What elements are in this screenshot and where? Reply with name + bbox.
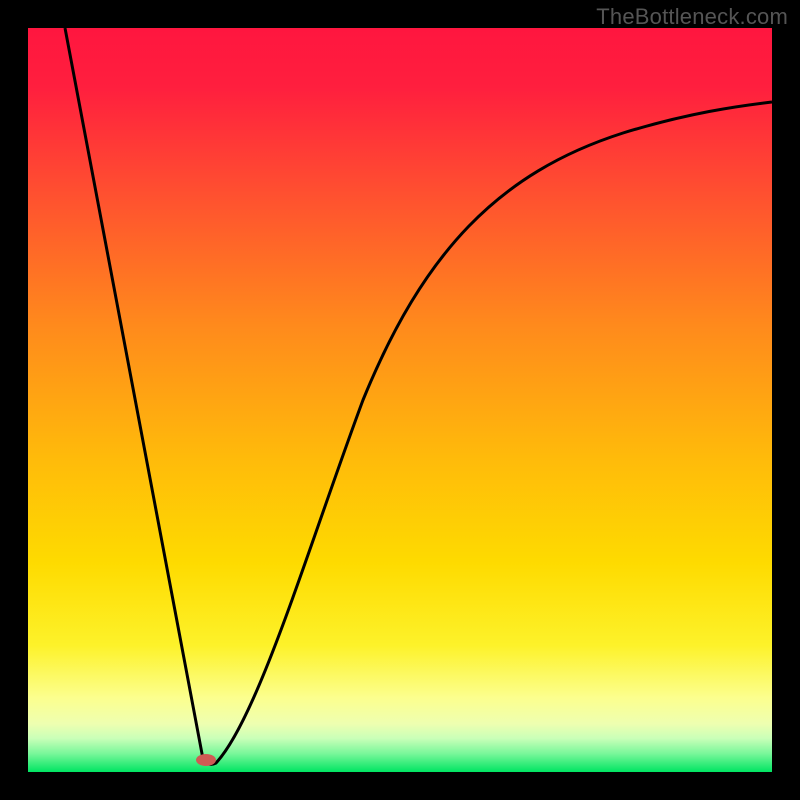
- chart-frame: [28, 28, 772, 772]
- watermark-text: TheBottleneck.com: [596, 4, 788, 30]
- gradient-background: [28, 28, 772, 772]
- chart-svg: [28, 28, 772, 772]
- trough-marker: [196, 754, 216, 766]
